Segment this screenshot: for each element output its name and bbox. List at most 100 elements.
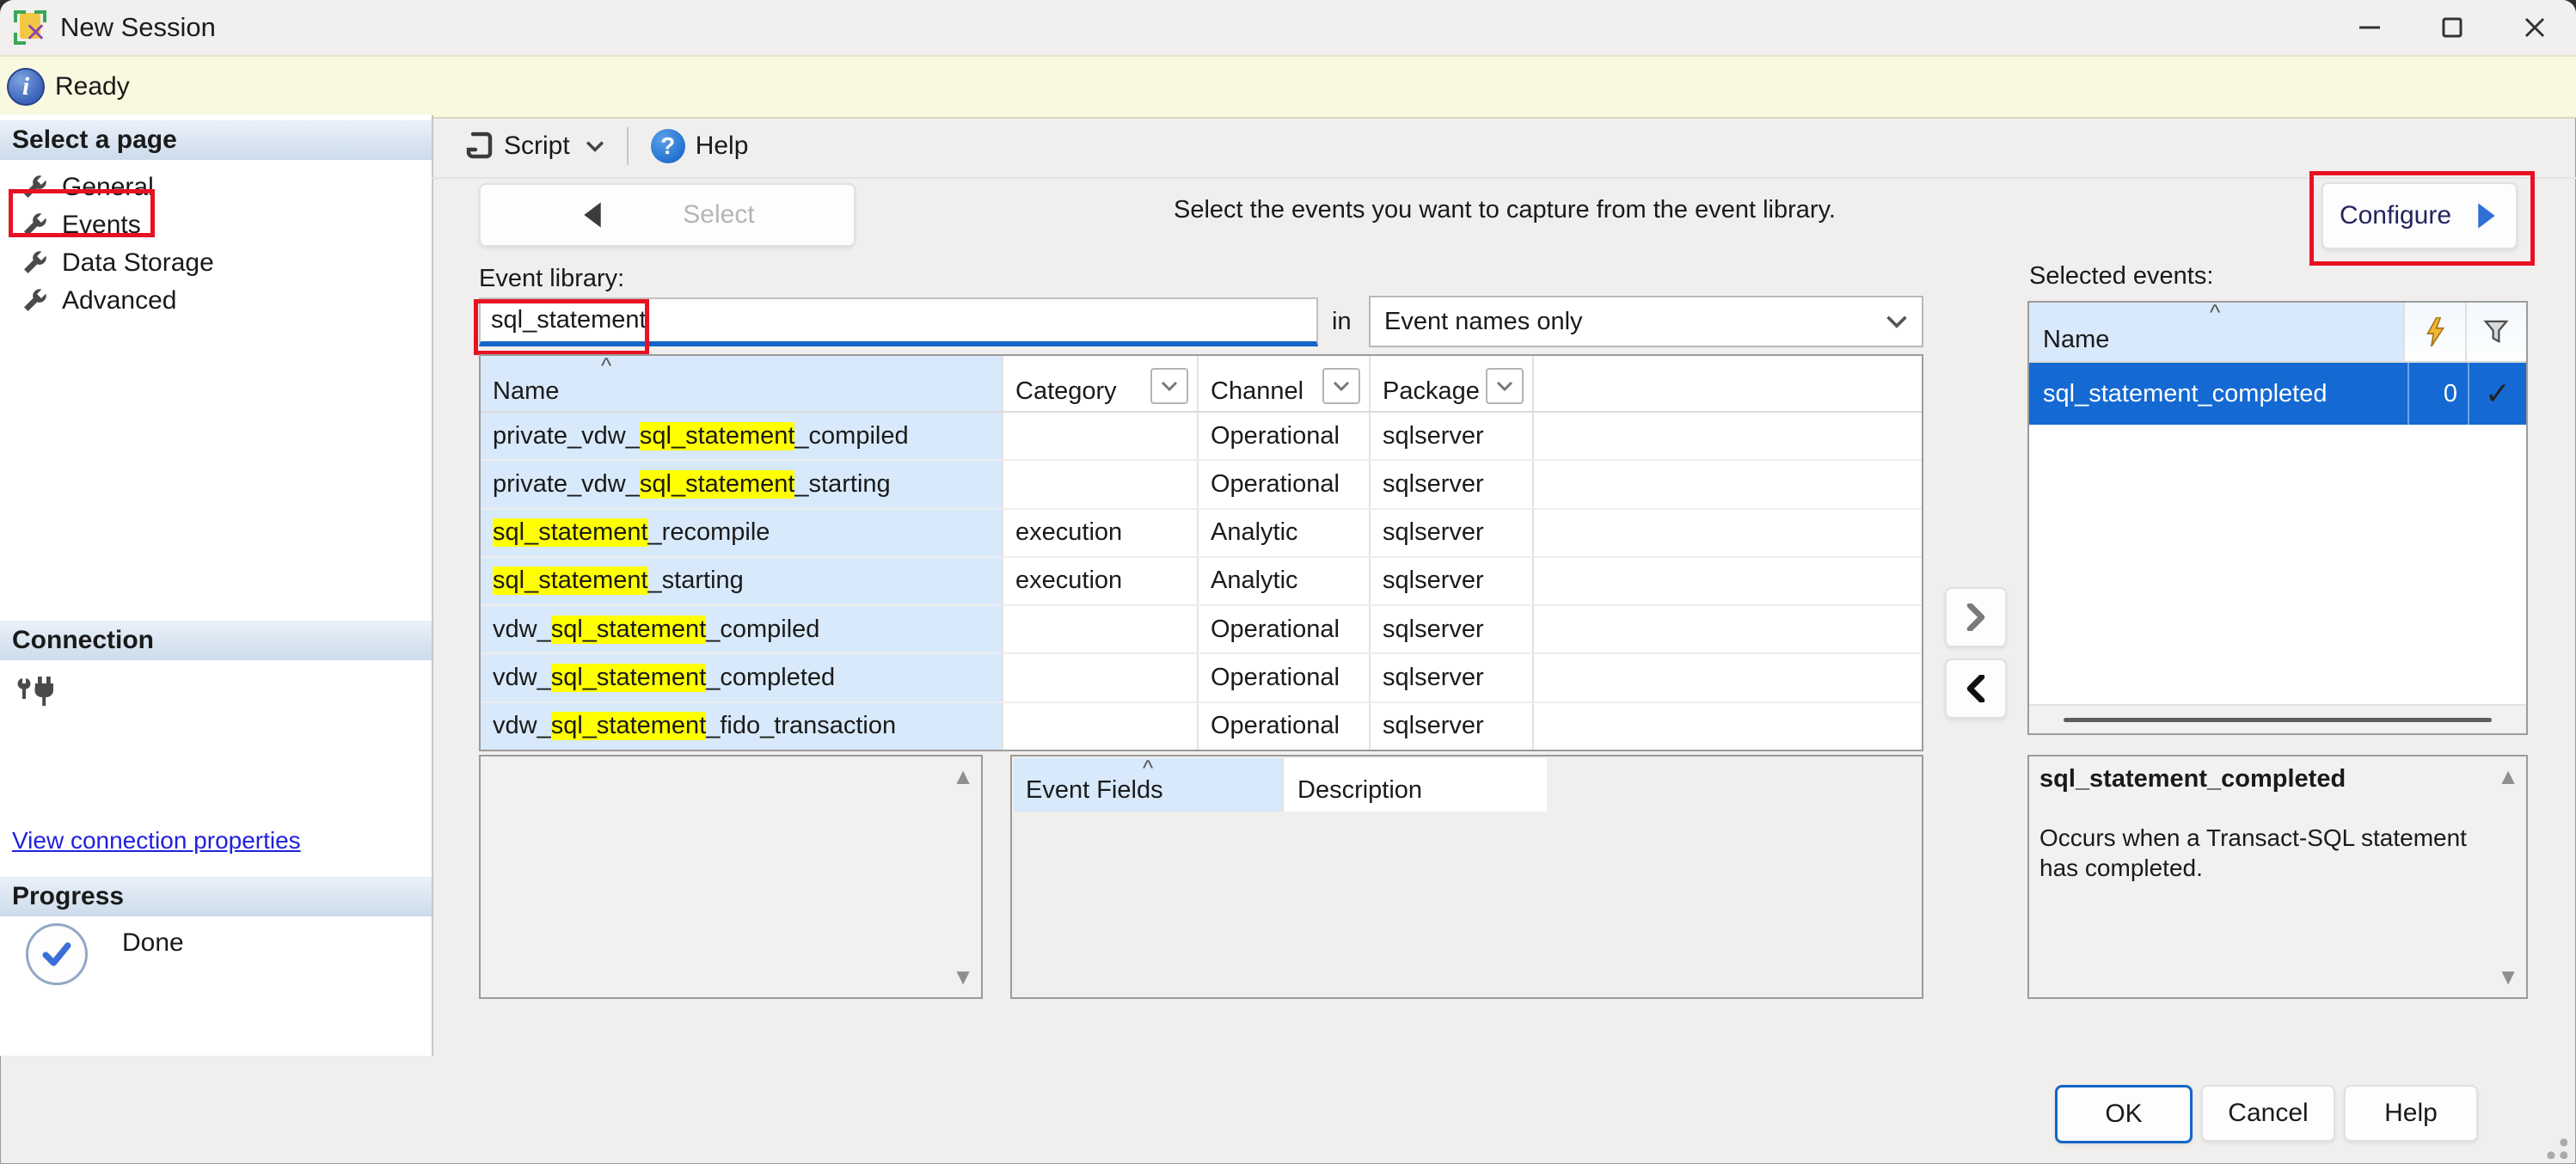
chevron-down-icon <box>1496 381 1513 391</box>
sidebar: Select a page General Events Data Storag… <box>0 115 433 1056</box>
selected-event-action-count: 0 <box>2407 363 2468 425</box>
view-connection-properties-link[interactable]: View connection properties <box>12 827 301 855</box>
chevron-down-icon <box>1886 315 1908 328</box>
help-button[interactable]: Help <box>2344 1085 2478 1142</box>
titlebar: ✕ New Session <box>0 0 2576 55</box>
help-label: Help <box>696 132 749 161</box>
window-title: New Session <box>60 12 216 43</box>
status-bar: i Ready <box>0 55 2576 119</box>
sidebar-item-label: Data Storage <box>62 248 214 278</box>
in-label: in <box>1332 308 1352 336</box>
table-row[interactable]: private_vdw_sql_statement_starting Opera… <box>481 461 1922 509</box>
script-button[interactable]: Script <box>454 126 613 167</box>
minimize-icon[interactable] <box>2328 0 2411 55</box>
sort-asc-icon: ^ <box>2210 303 2220 322</box>
event-fields-panel: ^ Event Fields Description <box>1010 755 1923 999</box>
resize-grip[interactable] <box>2538 1130 2567 1159</box>
event-detail-empty-panel: ▲ ▼ <box>479 755 983 999</box>
info-icon: i <box>7 68 45 106</box>
ok-button[interactable]: OK <box>2055 1085 2193 1143</box>
sidebar-item-label: Events <box>62 211 141 240</box>
script-icon <box>463 131 494 162</box>
column-header-filler <box>1532 356 1922 411</box>
chevron-down-icon <box>1333 381 1350 391</box>
chevron-down-icon <box>1161 381 1178 391</box>
scroll-down-icon[interactable]: ▼ <box>952 964 974 990</box>
maximize-icon[interactable] <box>2411 0 2493 55</box>
column-header-channel[interactable]: Channel <box>1197 356 1369 411</box>
back-arrow-icon <box>580 200 605 230</box>
table-row[interactable]: sql_statement_recompile execution Analyt… <box>481 510 1922 558</box>
column-header-name[interactable]: ^ Name <box>481 356 1002 411</box>
table-row[interactable]: vdw_sql_statement_completed Operational … <box>481 654 1922 702</box>
selected-event-check-icon: ✓ <box>2468 363 2526 425</box>
add-event-button[interactable] <box>1945 587 2007 647</box>
library-table-header: ^ Name Category Channel Package <box>481 356 1922 413</box>
done-check-icon <box>26 923 88 985</box>
event-description-title: sql_statement_completed <box>2039 765 2488 793</box>
help-icon: ? <box>651 129 685 163</box>
forward-arrow-icon <box>2474 201 2499 230</box>
scope-value: Event names only <box>1384 308 1583 336</box>
event-library-label: Event library: <box>479 265 624 293</box>
sidebar-item-general[interactable]: General <box>0 168 432 206</box>
selected-event-row[interactable]: sql_statement_completed 0 ✓ <box>2029 363 2526 425</box>
configure-label: Configure <box>2340 201 2451 230</box>
selected-events-table: ^ Name sql_statement_completed 0 ✓ <box>2027 301 2528 735</box>
event-description-panel: sql_statement_completed Occurs when a Tr… <box>2027 755 2528 999</box>
lightning-icon <box>2424 317 2446 346</box>
wrench-icon <box>21 249 48 277</box>
search-value-text: sql_statement <box>491 306 647 334</box>
help-toolbar-button[interactable]: ? Help <box>642 124 757 168</box>
filter-column-header[interactable] <box>2465 303 2526 361</box>
column-header-category[interactable]: Category <box>1002 356 1197 411</box>
configure-button[interactable]: Configure <box>2321 182 2518 249</box>
selected-events-label: Selected events: <box>2029 262 2213 291</box>
table-row[interactable]: vdw_sql_statement_compiled Operational s… <box>481 606 1922 654</box>
dialog-toolbar: Script ? Help <box>432 115 2576 179</box>
wrench-icon <box>21 287 48 315</box>
column-header-package[interactable]: Package <box>1369 356 1532 411</box>
sidebar-item-events[interactable]: Events <box>0 206 432 244</box>
channel-filter-dropdown[interactable] <box>1322 368 1360 404</box>
progress-status: Done <box>122 928 184 958</box>
scroll-down-icon[interactable]: ▼ <box>2497 964 2519 990</box>
event-description-body: Occurs when a Transact-SQL statement has… <box>2039 823 2488 883</box>
library-table-body: private_vdw_sql_statement_compiled Opera… <box>481 413 1922 750</box>
actions-column-header[interactable] <box>2403 303 2464 361</box>
sidebar-item-label: General <box>62 173 154 202</box>
event-library-search-input[interactable]: sql_statement <box>479 297 1318 346</box>
instruction-text: Select the events you want to capture fr… <box>1015 196 1995 224</box>
select-back-label: Select <box>683 200 754 230</box>
new-session-app-icon: ✕ <box>14 10 48 45</box>
toolbar-separator <box>627 127 629 165</box>
selected-event-name: sql_statement_completed <box>2029 363 2407 425</box>
category-filter-dropdown[interactable] <box>1150 368 1188 404</box>
select-a-page-header: Select a page <box>0 120 432 160</box>
event-fields-column-header[interactable]: ^ Event Fields <box>1014 758 1282 812</box>
script-label: Script <box>504 132 570 161</box>
table-row[interactable]: sql_statement_starting execution Analyti… <box>481 558 1922 606</box>
selected-column-name[interactable]: ^ Name <box>2029 303 2403 361</box>
cancel-button[interactable]: Cancel <box>2201 1085 2335 1142</box>
sort-asc-icon: ^ <box>1143 758 1153 777</box>
sidebar-item-data-storage[interactable]: Data Storage <box>0 244 432 282</box>
scroll-up-icon[interactable]: ▲ <box>2497 763 2519 790</box>
select-back-button[interactable]: Select <box>479 183 856 247</box>
wrench-icon <box>21 174 48 201</box>
selected-table-empty-area <box>2029 425 2526 704</box>
scroll-up-icon[interactable]: ▲ <box>952 763 974 790</box>
sidebar-item-advanced[interactable]: Advanced <box>0 282 432 320</box>
table-row[interactable]: vdw_sql_statement_fido_transaction Opera… <box>481 703 1922 750</box>
horizontal-scrollbar[interactable] <box>2029 704 2526 733</box>
package-filter-dropdown[interactable] <box>1486 368 1524 404</box>
progress-header: Progress <box>0 877 432 916</box>
remove-event-button[interactable] <box>1945 659 2007 719</box>
chevron-down-icon <box>586 140 604 152</box>
chevron-left-icon <box>1964 675 1988 702</box>
search-scope-dropdown[interactable]: Event names only <box>1369 296 1923 347</box>
connection-header: Connection <box>0 621 432 660</box>
description-column-header[interactable]: Description <box>1282 758 1547 812</box>
close-icon[interactable] <box>2493 0 2576 55</box>
table-row[interactable]: private_vdw_sql_statement_compiled Opera… <box>481 413 1922 461</box>
